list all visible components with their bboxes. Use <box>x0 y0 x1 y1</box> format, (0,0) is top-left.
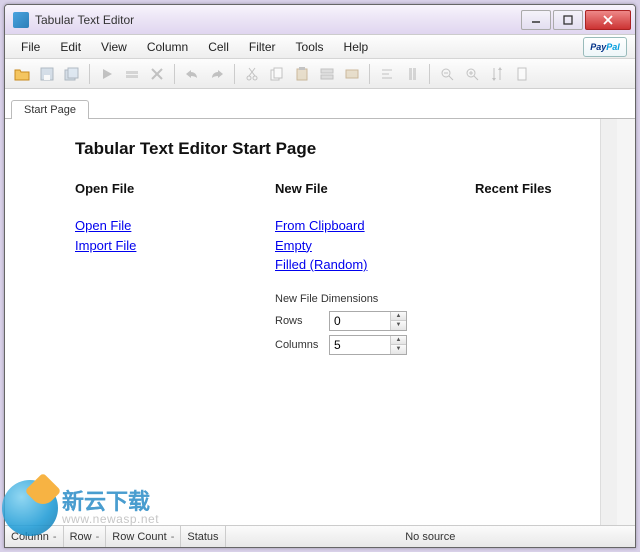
menu-edit[interactable]: Edit <box>52 38 89 56</box>
document-icon[interactable] <box>511 63 533 85</box>
tab-start-page[interactable]: Start Page <box>11 100 89 119</box>
open-file-section: Open File Open File Import File <box>75 181 215 359</box>
redo-icon[interactable] <box>206 63 228 85</box>
import-file-link[interactable]: Import File <box>75 236 215 256</box>
start-page-content: Tabular Text Editor Start Page Open File… <box>5 119 635 525</box>
rows-down-icon[interactable]: ▼ <box>391 321 406 330</box>
rows-input[interactable] <box>330 312 390 330</box>
recent-files-section: Recent Files <box>475 181 615 359</box>
window-controls <box>521 10 631 30</box>
menu-cell[interactable]: Cell <box>200 38 237 56</box>
dimensions-label: New File Dimensions <box>275 293 415 305</box>
delete-icon[interactable] <box>146 63 168 85</box>
minimize-button[interactable] <box>521 10 551 30</box>
cut-icon[interactable] <box>241 63 263 85</box>
close-button[interactable] <box>585 10 631 30</box>
status-column: Column- <box>5 526 64 547</box>
new-file-heading: New File <box>275 181 415 196</box>
cols-down-icon[interactable]: ▼ <box>391 345 406 354</box>
menu-column[interactable]: Column <box>139 38 196 56</box>
insert-col-icon[interactable] <box>401 63 423 85</box>
empty-link[interactable]: Empty <box>275 236 415 256</box>
rows-spinner: ▲▼ <box>329 311 407 331</box>
statusbar: Column- Row- Row Count- Status No source <box>5 525 635 547</box>
zoom-out-icon[interactable] <box>436 63 458 85</box>
paypal-button[interactable]: PayPal <box>583 37 627 57</box>
tabstrip: Start Page <box>5 95 635 119</box>
open-icon[interactable] <box>11 63 33 85</box>
copy-row-icon[interactable] <box>316 63 338 85</box>
status-source: No source <box>226 526 635 547</box>
insert-row-icon[interactable] <box>121 63 143 85</box>
app-window: Tabular Text Editor File Edit View Colum… <box>4 4 636 548</box>
run-icon[interactable] <box>96 63 118 85</box>
menu-tools[interactable]: Tools <box>288 38 332 56</box>
rows-label: Rows <box>275 315 321 327</box>
paste-row-icon[interactable] <box>341 63 363 85</box>
window-title: Tabular Text Editor <box>35 13 521 27</box>
maximize-button[interactable] <box>553 10 583 30</box>
copy-icon[interactable] <box>266 63 288 85</box>
page-title: Tabular Text Editor Start Page <box>75 139 599 159</box>
status-row: Row- <box>64 526 107 547</box>
toolbar <box>5 59 635 89</box>
app-icon <box>13 12 29 28</box>
vertical-scrollbar[interactable] <box>600 119 617 525</box>
columns-label: Columns <box>275 339 321 351</box>
new-file-section: New File From Clipboard Empty Filled (Ra… <box>275 181 415 359</box>
open-file-heading: Open File <box>75 181 215 196</box>
save-icon[interactable] <box>36 63 58 85</box>
menu-filter[interactable]: Filter <box>241 38 284 56</box>
align-icon[interactable] <box>376 63 398 85</box>
status-status: Status <box>181 526 225 547</box>
menu-view[interactable]: View <box>93 38 135 56</box>
menubar: File Edit View Column Cell Filter Tools … <box>5 35 635 59</box>
undo-icon[interactable] <box>181 63 203 85</box>
sort-icon[interactable] <box>486 63 508 85</box>
save-all-icon[interactable] <box>61 63 83 85</box>
filled-random-link[interactable]: Filled (Random) <box>275 255 415 275</box>
titlebar: Tabular Text Editor <box>5 5 635 35</box>
menu-file[interactable]: File <box>13 38 48 56</box>
columns-input[interactable] <box>330 336 390 354</box>
cols-up-icon[interactable]: ▲ <box>391 336 406 345</box>
menu-help[interactable]: Help <box>336 38 377 56</box>
recent-files-heading: Recent Files <box>475 181 615 196</box>
open-file-link[interactable]: Open File <box>75 216 215 236</box>
columns-spinner: ▲▼ <box>329 335 407 355</box>
zoom-in-icon[interactable] <box>461 63 483 85</box>
from-clipboard-link[interactable]: From Clipboard <box>275 216 415 236</box>
rows-up-icon[interactable]: ▲ <box>391 312 406 321</box>
paste-icon[interactable] <box>291 63 313 85</box>
status-rowcount: Row Count- <box>106 526 181 547</box>
